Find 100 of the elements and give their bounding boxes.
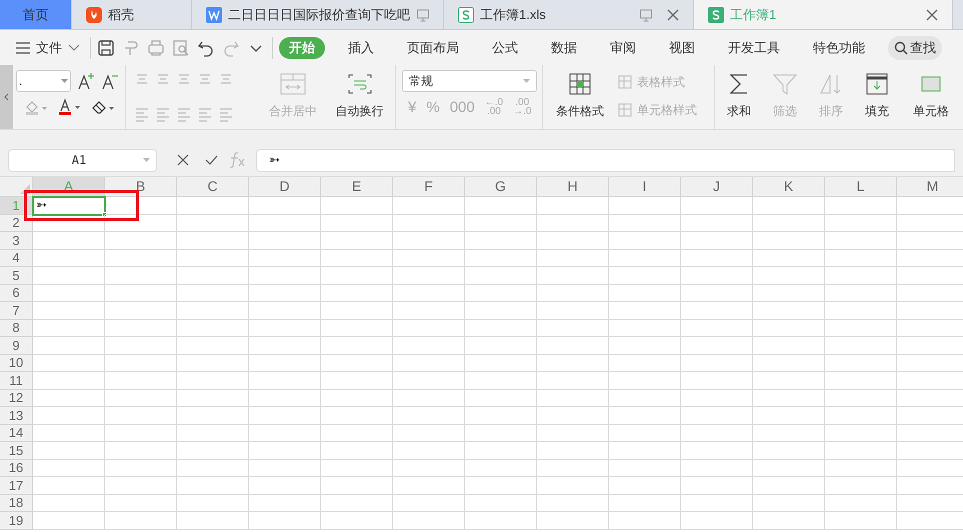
ribbon-tab[interactable]: 视图 <box>659 36 705 58</box>
table-cell[interactable] <box>393 494 465 512</box>
table-cell[interactable] <box>393 337 465 354</box>
table-cell[interactable] <box>609 197 681 214</box>
table-cell[interactable] <box>753 512 825 530</box>
table-cell[interactable] <box>393 407 465 424</box>
table-cell[interactable] <box>465 284 537 302</box>
table-cell[interactable] <box>249 460 321 477</box>
table-cell[interactable] <box>33 407 105 424</box>
format-painter-icon[interactable] <box>122 38 140 56</box>
table-cell[interactable] <box>105 197 177 214</box>
table-cell[interactable] <box>321 284 393 302</box>
table-cell[interactable] <box>825 424 897 442</box>
table-cell[interactable] <box>753 267 825 284</box>
table-cell[interactable] <box>321 390 393 407</box>
table-cell[interactable] <box>825 232 897 250</box>
table-cell[interactable] <box>105 214 177 232</box>
print-icon[interactable] <box>147 38 165 56</box>
table-cell[interactable] <box>177 337 249 354</box>
ribbon-button[interactable]: 条件格式 <box>549 70 611 122</box>
table-cell[interactable] <box>537 302 609 320</box>
table-cell[interactable] <box>33 250 105 267</box>
table-cell[interactable] <box>537 442 609 460</box>
table-cell[interactable] <box>753 460 825 477</box>
row-header[interactable]: 17 <box>0 477 33 494</box>
table-cell[interactable] <box>105 284 177 302</box>
table-cell[interactable] <box>177 320 249 337</box>
table-cell[interactable] <box>249 494 321 512</box>
table-cell[interactable] <box>177 494 249 512</box>
table-cell[interactable] <box>753 337 825 354</box>
table-cell[interactable] <box>609 494 681 512</box>
table-cell[interactable] <box>393 512 465 530</box>
table-cell[interactable] <box>753 424 825 442</box>
table-cell[interactable] <box>681 512 753 530</box>
table-cell[interactable]: ➳ <box>33 197 105 214</box>
table-cell[interactable] <box>105 267 177 284</box>
table-cell[interactable] <box>33 390 105 407</box>
table-cell[interactable] <box>465 372 537 390</box>
table-cell[interactable] <box>825 390 897 407</box>
table-cell[interactable] <box>105 372 177 390</box>
table-cell[interactable] <box>321 337 393 354</box>
table-cell[interactable] <box>681 477 753 494</box>
table-cell[interactable] <box>537 250 609 267</box>
table-cell[interactable] <box>321 512 393 530</box>
ribbon-tab[interactable]: 公式 <box>482 36 528 58</box>
ribbon-tab[interactable]: 开发工具 <box>718 36 790 58</box>
table-cell[interactable] <box>177 407 249 424</box>
table-cell[interactable] <box>33 354 105 372</box>
column-header[interactable]: I <box>609 177 681 197</box>
table-cell[interactable] <box>825 494 897 512</box>
table-cell[interactable] <box>249 354 321 372</box>
print-preview-icon[interactable] <box>172 38 190 56</box>
table-cell[interactable] <box>465 442 537 460</box>
table-cell[interactable] <box>609 390 681 407</box>
table-cell[interactable] <box>681 354 753 372</box>
row-header[interactable]: 4 <box>0 250 33 267</box>
column-header[interactable]: L <box>825 177 897 197</box>
ribbon-tab[interactable]: 插入 <box>338 36 384 58</box>
ribbon-tab[interactable]: 开始 <box>279 36 325 58</box>
table-cell[interactable] <box>609 284 681 302</box>
column-header[interactable]: H <box>537 177 609 197</box>
table-cell[interactable] <box>681 302 753 320</box>
row-header[interactable]: 18 <box>0 494 33 512</box>
table-cell[interactable] <box>33 284 105 302</box>
table-cell[interactable] <box>465 424 537 442</box>
table-cell[interactable] <box>537 267 609 284</box>
table-cell[interactable] <box>609 424 681 442</box>
table-cell[interactable] <box>393 354 465 372</box>
table-cell[interactable] <box>177 284 249 302</box>
table-cell[interactable] <box>105 337 177 354</box>
table-cell[interactable] <box>681 460 753 477</box>
table-cell[interactable] <box>681 197 753 214</box>
table-cell[interactable] <box>825 267 897 284</box>
fill-handle[interactable] <box>102 212 107 216</box>
table-cell[interactable] <box>177 512 249 530</box>
table-cell[interactable] <box>249 302 321 320</box>
search-button[interactable]: 查找 <box>888 36 942 60</box>
table-cell[interactable] <box>825 337 897 354</box>
table-cell[interactable] <box>249 337 321 354</box>
table-cell[interactable] <box>681 494 753 512</box>
row-header[interactable]: 12 <box>0 390 33 407</box>
table-cell[interactable] <box>321 250 393 267</box>
table-cell[interactable] <box>393 302 465 320</box>
column-header[interactable]: E <box>321 177 393 197</box>
table-cell[interactable] <box>753 477 825 494</box>
table-cell[interactable] <box>177 250 249 267</box>
table-cell[interactable] <box>609 460 681 477</box>
table-cell[interactable] <box>609 337 681 354</box>
table-cell[interactable] <box>177 197 249 214</box>
table-cell[interactable] <box>249 407 321 424</box>
table-cell[interactable] <box>465 407 537 424</box>
table-cell[interactable] <box>249 424 321 442</box>
table-cell[interactable] <box>609 407 681 424</box>
column-header[interactable]: G <box>465 177 537 197</box>
font-field[interactable]: . <box>16 70 71 92</box>
table-cell[interactable] <box>249 250 321 267</box>
table-cell[interactable] <box>825 197 897 214</box>
table-cell[interactable] <box>753 320 825 337</box>
table-cell[interactable] <box>753 197 825 214</box>
row-header[interactable]: 13 <box>0 407 33 424</box>
